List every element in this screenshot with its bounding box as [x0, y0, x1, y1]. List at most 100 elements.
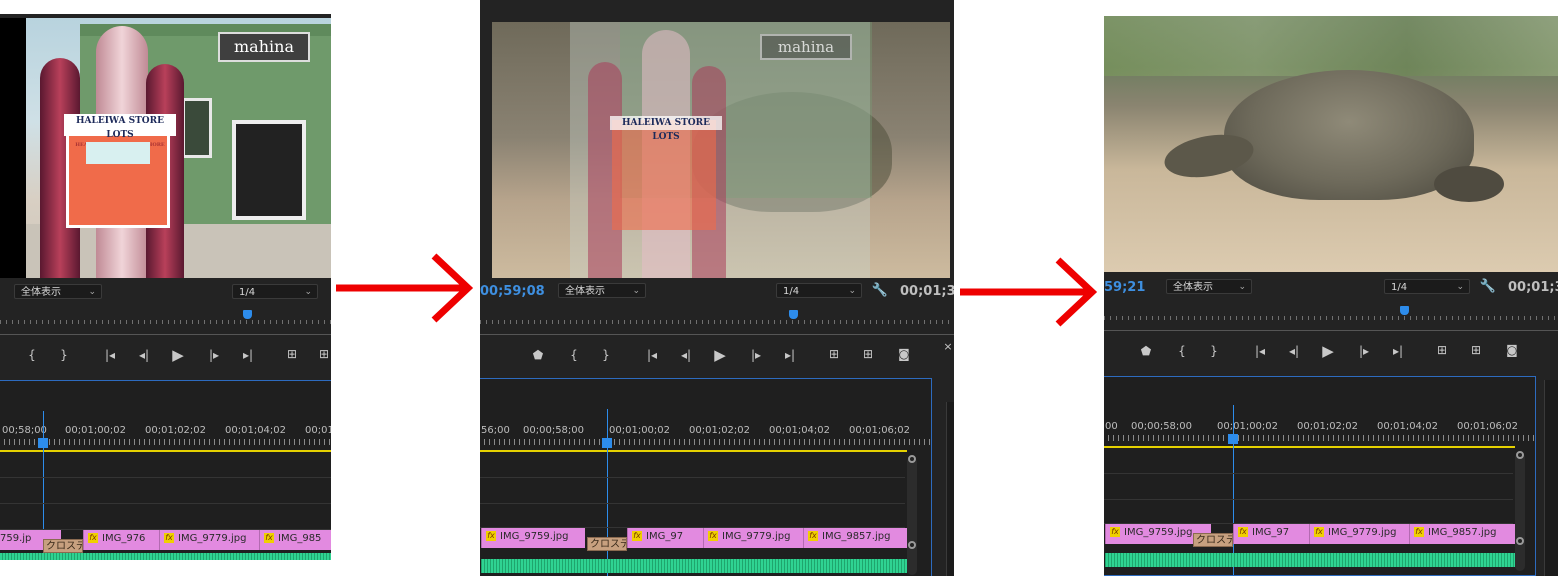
- extract-icon[interactable]: ⊞: [314, 347, 331, 361]
- lift-icon[interactable]: ⊞: [824, 347, 844, 361]
- timeline-ruler[interactable]: [480, 439, 931, 445]
- extract-icon[interactable]: ⊞: [1466, 343, 1486, 357]
- timeline-ruler[interactable]: [1104, 435, 1535, 441]
- extract-icon[interactable]: ⊞: [858, 347, 878, 361]
- lift-icon[interactable]: ⊞: [282, 347, 302, 361]
- wrench-icon[interactable]: 🔧: [870, 283, 890, 298]
- playhead-timecode[interactable]: 00;59;08: [480, 284, 545, 299]
- audio-clip[interactable]: [481, 559, 907, 573]
- cross-dissolve-transition[interactable]: クロスデ: [43, 539, 83, 553]
- mark-in-icon[interactable]: {: [1172, 344, 1192, 358]
- ruler-label: 00;58;00: [2, 425, 47, 436]
- cross-dissolve-transition[interactable]: クロスデ: [1193, 533, 1233, 547]
- right-arrow-icon: [960, 257, 1098, 327]
- zoom-dropdown[interactable]: 全体表示 ⌄: [558, 283, 646, 298]
- video-clip[interactable]: fx IMG_97: [627, 528, 703, 548]
- mark-in-icon[interactable]: {: [564, 348, 584, 362]
- lift-icon[interactable]: ⊞: [1432, 343, 1452, 357]
- resolution-dropdown[interactable]: 1/4 ⌄: [776, 283, 862, 298]
- monitor-time-ruler[interactable]: [480, 310, 954, 324]
- ruler-label: 00;00;58;00: [523, 425, 585, 436]
- timeline-ruler[interactable]: [0, 439, 331, 445]
- camera-icon[interactable]: ◙: [894, 347, 914, 361]
- video-clip[interactable]: fx IMG_9779.jpg: [1309, 524, 1409, 544]
- go-to-out-icon[interactable]: ▸|: [238, 348, 258, 362]
- ruler-label: 00;01;00;02: [609, 425, 671, 436]
- mark-out-icon[interactable]: }: [596, 348, 616, 362]
- marker-icon[interactable]: ⬟: [1136, 344, 1156, 358]
- zoom-dropdown[interactable]: 全体表示 ⌄: [14, 284, 102, 299]
- track-scrollbar[interactable]: [907, 457, 917, 575]
- go-to-out-icon[interactable]: ▸|: [780, 348, 800, 362]
- duration-timecode: 00;01;3: [1508, 280, 1558, 295]
- timeline-playhead[interactable]: [38, 438, 48, 448]
- video-preview-haleiwa: mahina HALEIWA STORE LOTS HEART OF THE N…: [0, 18, 331, 278]
- video-clip[interactable]: fx IMG_985: [259, 530, 331, 550]
- monitor-time-ruler[interactable]: [1104, 306, 1558, 320]
- timeline-playhead[interactable]: [1228, 434, 1238, 444]
- play-icon[interactable]: ▶: [710, 346, 730, 364]
- go-to-in-icon[interactable]: |◂: [642, 348, 662, 362]
- monitor-playhead[interactable]: [243, 310, 252, 319]
- ruler-label: 00;01;04;02: [1377, 421, 1439, 432]
- step-back-icon[interactable]: ◂|: [676, 348, 696, 362]
- program-monitor-middle: mahina HALEIWA STORE LOTS 00;59;08 全体表示 ⌄…: [480, 0, 954, 576]
- audio-clip[interactable]: [1105, 553, 1515, 567]
- transport-controls: ⬟ { } |◂ ◂| ▶ |▸ ▸| ⊞ ⊞ ◙: [480, 334, 954, 374]
- video-clip[interactable]: fx IMG_9779.jpg: [703, 528, 803, 548]
- mark-in-icon[interactable]: {: [22, 348, 42, 362]
- chevron-down-icon: ⌄: [88, 287, 96, 297]
- step-back-icon[interactable]: ◂|: [1284, 344, 1304, 358]
- play-icon[interactable]: ▶: [168, 346, 188, 364]
- video-clip[interactable]: fx IMG_976: [83, 530, 159, 550]
- video-clip[interactable]: fx IMG_97: [1233, 524, 1309, 544]
- work-area-bar[interactable]: [0, 450, 331, 452]
- transport-controls: ⬟ { } |◂ ◂| ▶ |▸ ▸| ⊞ ⊞ ◙: [1104, 330, 1558, 370]
- work-area-bar[interactable]: [1104, 446, 1515, 448]
- marker-icon[interactable]: ⬟: [528, 348, 548, 362]
- camera-icon[interactable]: ◙: [1502, 343, 1522, 357]
- playhead-timecode[interactable]: 59;21: [1104, 280, 1145, 295]
- timeline-playhead[interactable]: [602, 438, 612, 448]
- cross-dissolve-transition[interactable]: クロスデ: [587, 537, 627, 551]
- zoom-handle[interactable]: [1516, 451, 1524, 459]
- audio-clip[interactable]: [0, 553, 331, 560]
- step-forward-icon[interactable]: |▸: [204, 348, 224, 362]
- monitor-playhead[interactable]: [789, 310, 798, 319]
- video-clip[interactable]: fx IMG_9857.jpg: [803, 528, 907, 548]
- wrench-icon[interactable]: 🔧: [1478, 279, 1498, 294]
- fx-icon: fx: [632, 531, 642, 541]
- mark-out-icon[interactable]: }: [54, 348, 74, 362]
- store-title-sign: HALEIWA STORE LOTS HEART OF THE NORTH SH…: [64, 114, 176, 148]
- play-icon[interactable]: ▶: [1318, 342, 1338, 360]
- resolution-dropdown[interactable]: 1/4 ⌄: [1384, 279, 1470, 294]
- ruler-label: 00;01;02;02: [1297, 421, 1359, 432]
- track-scrollbar[interactable]: [1515, 453, 1525, 571]
- work-area-bar[interactable]: [480, 450, 907, 452]
- monitor-time-ruler[interactable]: [0, 310, 331, 324]
- fx-icon: fx: [1110, 527, 1120, 537]
- go-to-out-icon[interactable]: ▸|: [1388, 344, 1408, 358]
- fx-icon: fx: [264, 533, 274, 543]
- zoom-handle[interactable]: [1516, 537, 1524, 545]
- zoom-handle[interactable]: [908, 455, 916, 463]
- fx-icon: fx: [88, 533, 98, 543]
- fx-icon: fx: [808, 531, 818, 541]
- zoom-handle[interactable]: [908, 541, 916, 549]
- video-clip[interactable]: fx IMG_9857.jpg: [1409, 524, 1515, 544]
- mark-out-icon[interactable]: }: [1204, 344, 1224, 358]
- step-forward-icon[interactable]: |▸: [746, 348, 766, 362]
- step-forward-icon[interactable]: |▸: [1354, 344, 1374, 358]
- video-clip[interactable]: fx IMG_9779.jpg: [159, 530, 259, 550]
- step-back-icon[interactable]: ◂|: [134, 348, 154, 362]
- monitor-playhead[interactable]: [1400, 306, 1409, 315]
- go-to-in-icon[interactable]: |◂: [100, 348, 120, 362]
- go-to-in-icon[interactable]: |◂: [1250, 344, 1270, 358]
- zoom-dropdown[interactable]: 全体表示 ⌄: [1166, 279, 1252, 294]
- timeline-panel: 00 00;00;58;00 00;01;00;02 00;01;02;02 0…: [1104, 376, 1536, 576]
- store-brand-sign: mahina: [218, 32, 310, 62]
- video-clip[interactable]: fx IMG_9759.jpg: [481, 528, 585, 548]
- video-preview-crossfade: mahina HALEIWA STORE LOTS: [492, 22, 950, 278]
- timeline-playhead-line: [1233, 405, 1234, 575]
- resolution-dropdown[interactable]: 1/4 ⌄: [232, 284, 318, 299]
